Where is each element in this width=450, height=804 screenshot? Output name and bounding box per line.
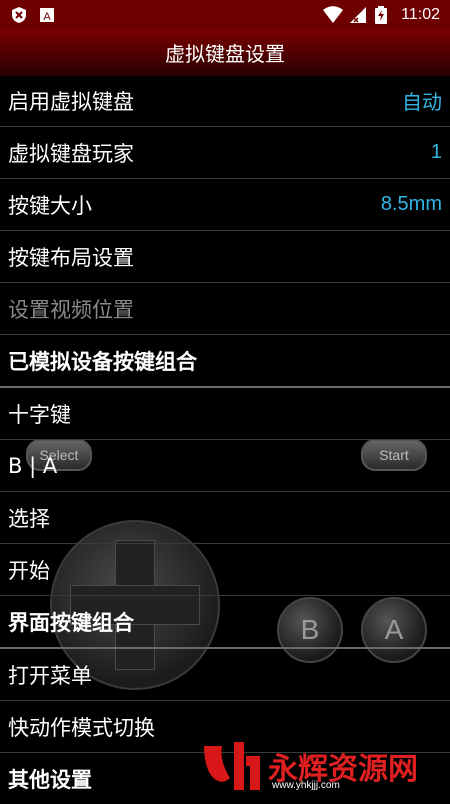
row-button-layout[interactable]: 按键布局设置 [0, 231, 450, 283]
watermark-logo [204, 742, 260, 790]
row-label: 虚拟键盘玩家 [8, 141, 134, 166]
section-header-emulated-buttons: 已模拟设备按键组合 [0, 335, 450, 388]
row-button-size[interactable]: 按键大小 8.5mm [0, 179, 450, 231]
row-label: B | A [8, 453, 58, 478]
watermark-url: www.yhkjjj.com [272, 780, 340, 791]
row-value: 8.5mm [380, 193, 442, 215]
settings-list: 启用虚拟键盘 自动 虚拟键盘玩家 1 按键大小 8.5mm 按键布局设置 设置视… [0, 75, 450, 804]
row-label: 启用虚拟键盘 [8, 89, 134, 114]
row-value: 1 [430, 141, 442, 163]
row-start[interactable]: 开始 [0, 544, 450, 596]
row-select[interactable]: 选择 [0, 492, 450, 544]
row-value: 自动 [402, 92, 442, 114]
row-enable-virtual-keyboard[interactable]: 启用虚拟键盘 自动 [0, 75, 450, 127]
row-dpad[interactable]: 十字键 [0, 388, 450, 440]
row-label: 选择 [8, 506, 50, 531]
row-label: 快动作模式切换 [8, 715, 155, 740]
row-label: 按键大小 [8, 193, 92, 218]
row-label: 十字键 [8, 402, 71, 427]
section-label: 界面按键组合 [8, 610, 134, 635]
row-label: 按键布局设置 [8, 245, 134, 270]
row-video-position: 设置视频位置 [0, 283, 450, 335]
row-label: 设置视频位置 [8, 297, 134, 322]
row-b-a[interactable]: B | A [0, 440, 450, 492]
row-label: 开始 [8, 558, 50, 583]
section-label: 其他设置 [8, 767, 92, 792]
section-header-ui-buttons: 界面按键组合 [0, 596, 450, 649]
row-open-menu[interactable]: 打开菜单 [0, 649, 450, 701]
row-label: 打开菜单 [8, 663, 92, 688]
row-virtual-keyboard-player[interactable]: 虚拟键盘玩家 1 [0, 127, 450, 179]
section-label: 已模拟设备按键组合 [8, 349, 197, 374]
